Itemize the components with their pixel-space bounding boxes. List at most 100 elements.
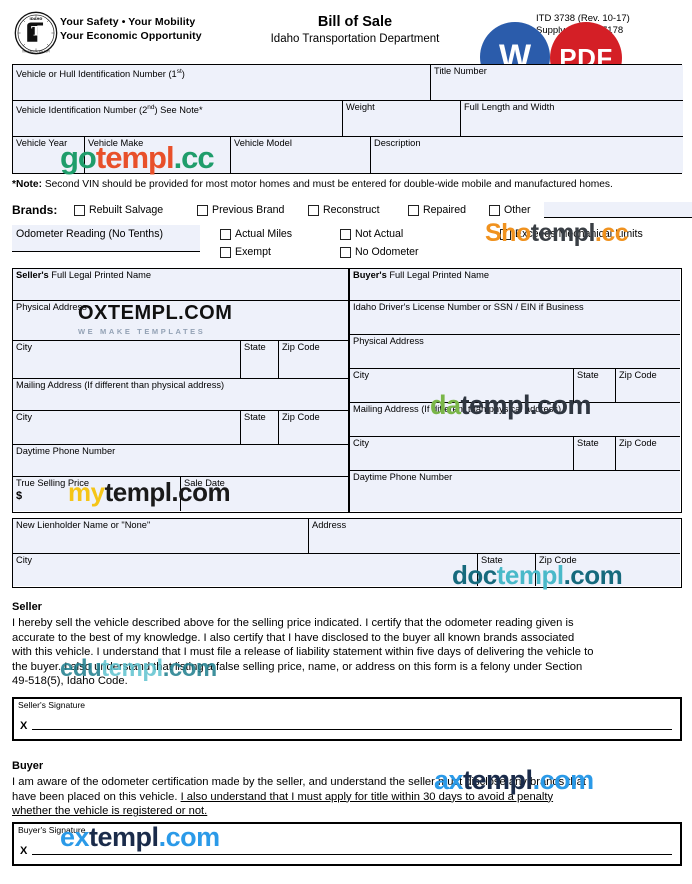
buyer-cert-line-1: I am aware of the odometer certification… [12,776,586,788]
vin2-label-end: ) See Note* [154,105,203,116]
checkbox-other[interactable]: Other [489,204,531,216]
field-buyer-mailing-state[interactable]: State [574,437,616,471]
checkbox-label: Exceeds Mechanical Limits [515,228,643,240]
field-buyer-name[interactable]: Buyer's Full Legal Printed Name [350,269,680,301]
field-label-seller-mailing-city: City [16,412,33,422]
seller-section-heading: Seller [12,601,42,613]
checkbox-box-icon[interactable] [500,228,511,240]
checkbox-box-icon[interactable] [74,204,85,216]
checkbox-exempt[interactable]: Exempt [220,246,271,258]
field-label-buyer-mailing-city: City [353,438,370,448]
checkbox-box-icon[interactable] [220,228,231,240]
brands-label: Brands: [12,203,58,217]
field-buyer-physical-address[interactable]: Physical Address [350,335,680,369]
checkbox-box-icon[interactable] [197,204,208,216]
field-buyer-daytime-phone[interactable]: Daytime Phone Number [350,471,680,511]
field-label-title-number: Title Number [434,66,487,76]
svg-text:T: T [31,25,41,40]
checkbox-label: Other [504,204,531,216]
checkbox-actual-miles[interactable]: Actual Miles [220,228,292,240]
checkbox-not-actual[interactable]: Not Actual [340,228,403,240]
note-text: Second VIN should be provided for most m… [42,179,613,190]
checkbox-box-icon[interactable] [308,204,319,216]
field-label-seller-daytime-phone: Daytime Phone Number [16,446,116,456]
checkbox-no-odometer[interactable]: No Odometer [340,246,419,258]
field-seller-physical-address[interactable]: Physical Address [13,301,348,341]
field-buyer-dl-ssn-ein[interactable]: Idaho Driver's License Number or SSN / E… [350,301,680,335]
field-description[interactable]: Description [371,137,683,173]
field-weight[interactable]: Weight [343,101,461,137]
field-seller-state[interactable]: State [241,341,279,379]
field-full-length-width[interactable]: Full Length and Width [461,101,683,137]
field-vehicle-model[interactable]: Vehicle Model [231,137,371,173]
field-sale-date[interactable]: Sale Date [181,477,348,511]
checkbox-previous-brand[interactable]: Previous Brand [197,204,284,216]
svg-text:IDAHO: IDAHO [30,17,43,21]
field-vehicle-make[interactable]: Vehicle Make [85,137,231,173]
checkbox-exceeds-mechanical-limits[interactable]: Exceeds Mechanical Limits [500,228,643,240]
field-label-vin1: Vehicle or Hull Identification Number (1 [16,69,177,80]
field-buyer-mailing-zip[interactable]: Zip Code [616,437,680,471]
lienholder-table: New Lienholder Name or "None" Address Ci… [12,518,682,588]
field-label-seller-mailing-address: Mailing Address (If different than physi… [16,380,225,390]
checkbox-box-icon[interactable] [340,246,351,258]
seller-signature-x-mark: X [20,720,28,732]
checkbox-reconstruct[interactable]: Reconstruct [308,204,380,216]
field-seller-daytime-phone[interactable]: Daytime Phone Number [13,445,348,477]
field-label-lienholder-name: New Lienholder Name or "None" [16,520,151,530]
tagline-line-1: Your Safety • Your Mobility [60,16,196,28]
field-title-number[interactable]: Title Number [431,65,683,101]
field-other-brand[interactable] [544,202,692,218]
seller-signature-box[interactable]: Seller's Signature X [12,697,682,741]
field-label-buyer-mailing-state: State [577,438,599,448]
field-buyer-mailing-address[interactable]: Mailing Address (If different than physi… [350,403,680,437]
field-vehicle-year[interactable]: Vehicle Year [13,137,85,173]
field-odometer-reading[interactable]: Odometer Reading (No Tenths) [12,225,200,252]
field-seller-mailing-city[interactable]: City [13,411,241,445]
field-label-buyer-zip: Zip Code [619,370,657,380]
field-vin2[interactable]: Vehicle Identification Number (2nd) See … [13,101,343,137]
checkbox-repaired[interactable]: Repaired [408,204,466,216]
seller-signature-line[interactable] [32,729,672,730]
checkbox-label: Actual Miles [235,228,293,240]
field-lienholder-address[interactable]: Address [309,519,680,554]
field-label-lienholder-city: City [16,555,33,565]
field-lienholder-state[interactable]: State [478,554,536,586]
field-lienholder-zip[interactable]: Zip Code [536,554,680,586]
field-buyer-zip[interactable]: Zip Code [616,369,680,403]
field-label-seller-bold: Seller's [16,270,49,280]
tagline-line-2: Your Economic Opportunity [60,30,202,42]
field-label-buyer-bold: Buyer's [353,270,387,280]
checkbox-box-icon[interactable] [220,246,231,258]
field-seller-mailing-state[interactable]: State [241,411,279,445]
vin-note: *Note: Second VIN should be provided for… [12,178,613,191]
seller-cert-line-2: accurate to the best of my knowledge. I … [12,631,575,644]
field-seller-name[interactable]: Seller's Full Legal Printed Name [13,269,348,301]
field-seller-mailing-address[interactable]: Mailing Address (If different than physi… [13,379,348,411]
field-label-true-selling-price: True Selling Price [16,478,90,488]
field-label-vin2: Vehicle Identification Number (2 [16,105,148,116]
buyer-signature-label: Buyer's Signature [18,825,86,835]
field-lienholder-name[interactable]: New Lienholder Name or "None" [13,519,309,554]
vin2-ordinal: nd [147,104,155,111]
field-vin1[interactable]: Vehicle or Hull Identification Number (1… [13,65,431,101]
field-seller-city[interactable]: City [13,341,241,379]
field-label-weight: Weight [346,102,375,112]
seller-buyer-table: Seller's Full Legal Printed Name Physica… [12,268,682,513]
field-seller-zip[interactable]: Zip Code [279,341,348,379]
checkbox-box-icon[interactable] [489,204,500,216]
buyer-signature-line[interactable] [32,854,672,855]
checkbox-rebuilt-salvage[interactable]: Rebuilt Salvage [74,204,163,216]
dollar-sign: $ [16,490,23,502]
field-lienholder-city[interactable]: City [13,554,478,586]
field-label-seller-physical-address: Physical Address [16,302,87,312]
title-block: Bill of Sale Idaho Transportation Depart… [240,14,470,47]
buyer-signature-box[interactable]: Buyer's Signature X [12,822,682,866]
field-true-selling-price[interactable]: True Selling Price $ [13,477,181,511]
field-buyer-city[interactable]: City [350,369,574,403]
checkbox-box-icon[interactable] [408,204,419,216]
field-buyer-mailing-city[interactable]: City [350,437,574,471]
checkbox-box-icon[interactable] [340,228,351,240]
field-seller-mailing-zip[interactable]: Zip Code [279,411,348,445]
field-buyer-state[interactable]: State [574,369,616,403]
